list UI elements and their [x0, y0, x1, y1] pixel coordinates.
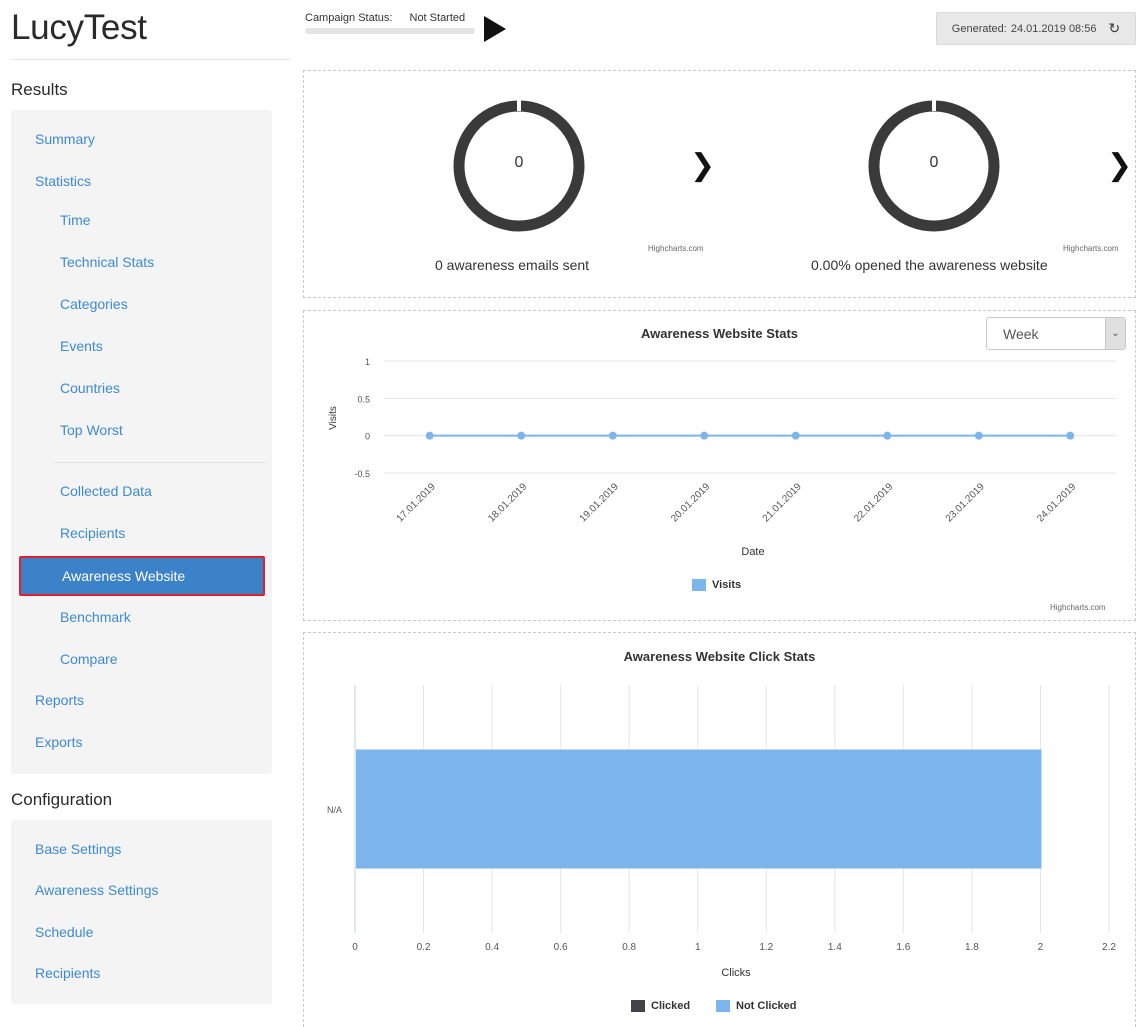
opened-website-value: 0 [929, 154, 939, 171]
legend-swatch-not-clicked [716, 1000, 730, 1012]
legend-swatch-clicked [631, 1000, 645, 1012]
summary-panel: 0 ❯ Highcharts.com 0 awareness emails se… [303, 70, 1136, 298]
bar-chart: 0 0.2 0.4 0.6 0.8 1 1.2 1.4 1.6 1.8 2 2.2 N/A Clicks [327, 685, 1116, 979]
app-title: LucyTest [11, 8, 147, 47]
sidebar-item-statistics[interactable]: Statistics [35, 173, 91, 189]
x-tick-label: 2 [1038, 942, 1044, 953]
x-tick-label: 17.01.2019 [395, 481, 438, 524]
sidebar-item-awareness-settings[interactable]: Awareness Settings [35, 882, 158, 898]
x-tick-label: 18.01.2019 [486, 481, 529, 524]
sidebar-item-reports[interactable]: Reports [35, 692, 84, 708]
sidebar-item-categories[interactable]: Categories [60, 296, 128, 312]
x-tick-label: 1.6 [896, 942, 910, 953]
visits-data-point [1066, 431, 1075, 440]
sidebar-item-countries[interactable]: Countries [60, 380, 120, 396]
x-tick-label: 0.6 [554, 942, 568, 953]
refresh-icon[interactable]: ↻ [1108, 20, 1120, 37]
campaign-status-value: Not Started [409, 12, 466, 24]
category-label: N/A [327, 805, 342, 815]
y-axis-title: Visits [328, 406, 339, 430]
start-campaign-play-icon[interactable] [484, 16, 506, 42]
awareness-click-stats-panel: Awareness Website Click Stats 0 0.2 0.4 0.6… [303, 632, 1136, 1027]
sidebar-item-recipients[interactable]: Recipients [60, 525, 125, 541]
sidebar-item-events[interactable]: Events [60, 338, 103, 354]
chevron-right-icon[interactable]: ❯ [690, 151, 715, 181]
x-tick-label: 24.01.2019 [1035, 481, 1078, 524]
x-tick-label: 1 [695, 942, 701, 953]
configuration-nav: Base Settings Awareness Settings Schedul… [11, 820, 272, 1004]
generated-value: 24.01.2019 08:56 [1010, 22, 1097, 35]
visits-data-point [608, 431, 617, 440]
x-tick-label: 19.01.2019 [578, 481, 621, 524]
sidebar-item-time[interactable]: Time [60, 212, 91, 228]
configuration-heading: Configuration [11, 790, 113, 809]
bar-not-clicked [356, 749, 1042, 869]
sidebar-item-schedule[interactable]: Schedule [35, 924, 93, 940]
x-tick-label: 21.01.2019 [761, 481, 804, 524]
campaign-progress-bar [305, 28, 475, 34]
sidebar-item-base-settings[interactable]: Base Settings [35, 841, 121, 857]
highcharts-credit: Highcharts.com [1050, 603, 1106, 612]
generated-timestamp-box: Generated: 24.01.2019 08:56 ↻ [936, 12, 1136, 45]
y-tick-label: -0.5 [354, 469, 370, 479]
emails-sent-caption: 0 awareness emails sent [435, 257, 590, 273]
sidebar-item-awareness-website[interactable]: Awareness Website [19, 556, 265, 596]
opened-website-donut: 0 [864, 96, 1004, 236]
y-tick-label: 0 [365, 432, 370, 442]
awareness-website-stats-panel: Awareness Website Stats Week ⌄ 1 0.5 0 -0.5… [303, 310, 1136, 621]
x-tick-label: 22.01.2019 [852, 481, 895, 524]
visits-data-point [517, 431, 526, 440]
x-tick-label: 20.01.2019 [669, 481, 712, 524]
sidebar-item-compare[interactable]: Compare [60, 651, 118, 667]
x-axis-title: Date [741, 546, 764, 558]
legend-label-not-clicked: Not Clicked [736, 1000, 797, 1012]
visits-data-point [883, 431, 892, 440]
nav-divider [55, 462, 265, 463]
x-tick-label: 0 [352, 942, 358, 953]
x-tick-label: 1.4 [828, 942, 842, 953]
sidebar-item-collected-data[interactable]: Collected Data [60, 483, 152, 499]
sidebar-item-benchmark[interactable]: Benchmark [60, 609, 131, 625]
campaign-status: Campaign Status: Not Started [305, 12, 475, 34]
legend-clicked[interactable]: Clicked [631, 1000, 690, 1012]
chevron-right-icon[interactable]: ❯ [1107, 151, 1132, 181]
legend-label-clicked: Clicked [651, 1000, 691, 1012]
emails-sent-value: 0 [514, 154, 524, 171]
visits-data-point [791, 431, 800, 440]
sidebar-item-summary[interactable]: Summary [35, 131, 95, 147]
results-nav: Summary Statistics Time Technical Stats … [11, 110, 272, 774]
legend-swatch-visits [692, 579, 706, 591]
emails-sent-donut: 0 [449, 96, 589, 236]
sidebar-item-exports[interactable]: Exports [35, 734, 82, 750]
y-tick-label: 0.5 [357, 394, 370, 404]
results-heading: Results [11, 80, 68, 99]
sidebar-item-top-worst[interactable]: Top Worst [60, 422, 123, 438]
highcharts-credit: Highcharts.com [648, 244, 704, 253]
highcharts-credit: Highcharts.com [1063, 244, 1119, 253]
x-tick-label: 0.8 [622, 942, 636, 953]
x-tick-label: 1.8 [965, 942, 979, 953]
x-tick-label: 0.4 [485, 942, 499, 953]
line-chart: 1 0.5 0 -0.5 Visits 17.01.2019 18.01.2019 19.01… [328, 357, 1116, 558]
visits-data-point [700, 431, 709, 440]
campaign-status-label: Campaign Status: [305, 12, 393, 24]
x-tick-label: 1.2 [759, 942, 773, 953]
visits-data-point [425, 431, 434, 440]
x-axis-title: Clicks [721, 967, 751, 979]
legend-visits[interactable]: Visits [692, 579, 741, 591]
y-tick-label: 1 [365, 357, 370, 367]
x-tick-label: 23.01.2019 [944, 481, 987, 524]
visits-data-point [974, 431, 983, 440]
legend-not-clicked[interactable]: Not Clicked [716, 1000, 797, 1012]
sidebar-item-config-recipients[interactable]: Recipients [35, 965, 100, 981]
legend-label-visits: Visits [712, 579, 742, 591]
x-tick-label: 0.2 [417, 942, 431, 953]
x-tick-label: 2.2 [1102, 942, 1116, 953]
opened-website-caption: 0.00% opened the awareness website [811, 257, 1048, 273]
sidebar-item-technical-stats[interactable]: Technical Stats [60, 254, 154, 270]
generated-label: Generated: [951, 22, 1007, 35]
title-divider [11, 59, 291, 60]
